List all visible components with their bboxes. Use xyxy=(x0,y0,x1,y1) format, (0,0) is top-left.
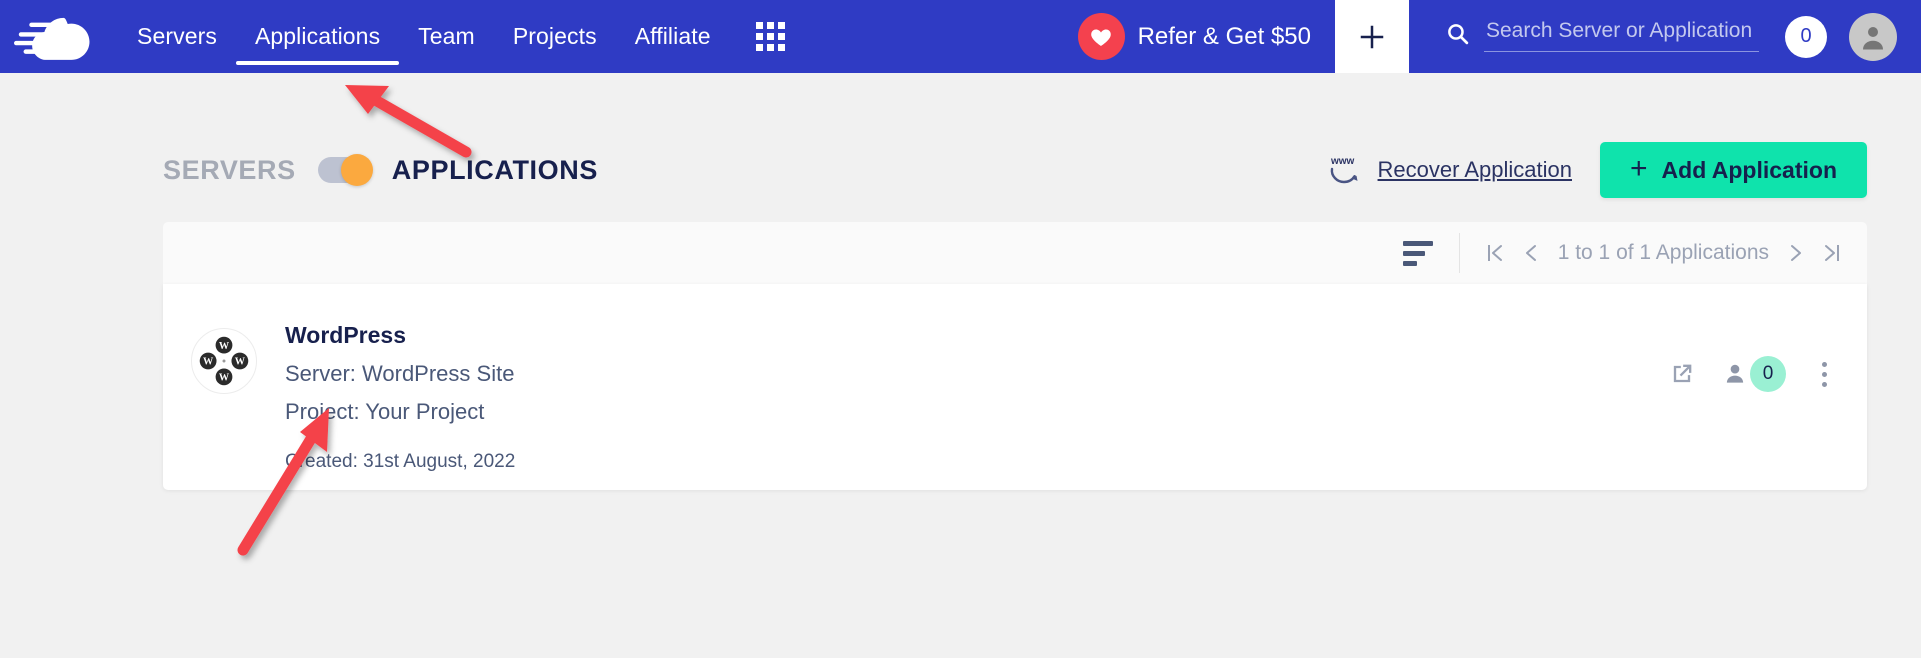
application-row-actions: 0 xyxy=(1668,356,1837,392)
recover-application-label: Recover Application xyxy=(1377,157,1572,182)
next-page-icon[interactable] xyxy=(1787,242,1805,264)
svg-text:W: W xyxy=(235,357,246,368)
nav-link-affiliate[interactable]: Affiliate xyxy=(616,0,730,73)
list-toolbar: 1 to 1 of 1 Applications xyxy=(163,222,1867,284)
last-page-icon[interactable] xyxy=(1823,242,1841,264)
application-card[interactable]: W W W W WordPress Server: WordPress Site… xyxy=(163,284,1867,490)
nav-link-applications[interactable]: Applications xyxy=(235,0,400,73)
user-avatar-icon xyxy=(1863,26,1883,49)
nav-link-servers-label: Servers xyxy=(137,23,217,49)
page-header: SERVERS APPLICATIONS www Recover Applica… xyxy=(163,140,1867,200)
nav-link-projects[interactable]: Projects xyxy=(494,0,616,73)
application-users-button[interactable]: 0 xyxy=(1722,356,1786,392)
add-application-label: Add Application xyxy=(1661,156,1837,183)
search-input[interactable] xyxy=(1484,15,1759,52)
apps-grid-icon[interactable] xyxy=(755,22,785,51)
recover-application-link[interactable]: www Recover Application xyxy=(1326,153,1572,187)
segment-label-servers[interactable]: SERVERS xyxy=(163,155,296,186)
plus-icon xyxy=(1360,25,1384,48)
wordpress-multisite-icon: W W W W xyxy=(191,328,257,394)
notification-count-value: 0 xyxy=(1800,25,1812,47)
toggle-knob xyxy=(340,154,373,186)
servers-applications-switch[interactable]: SERVERS APPLICATIONS xyxy=(163,154,598,186)
segment-label-applications[interactable]: APPLICATIONS xyxy=(392,155,598,186)
svg-text:W: W xyxy=(203,357,214,368)
servers-applications-toggle[interactable] xyxy=(317,154,373,186)
nav-link-team[interactable]: Team xyxy=(399,0,494,73)
nav-links: Servers Applications Team Projects Affil… xyxy=(118,0,785,73)
user-icon xyxy=(1726,364,1744,383)
pagination-range-label: 1 to 1 of 1 Applications xyxy=(1557,241,1769,264)
refer-label: Refer & Get $50 xyxy=(1137,22,1311,50)
sort-filter-icon[interactable] xyxy=(1381,240,1455,266)
top-navbar: Servers Applications Team Projects Affil… xyxy=(0,0,1921,73)
quick-add-button[interactable] xyxy=(1335,0,1409,73)
nav-link-applications-label: Applications xyxy=(254,23,381,49)
nav-link-servers[interactable]: Servers xyxy=(118,0,236,73)
cloudways-logo[interactable] xyxy=(0,0,110,73)
application-users-count: 0 xyxy=(1750,356,1786,392)
refer-and-get-button[interactable]: Refer & Get $50 xyxy=(1077,13,1335,60)
svg-text:W: W xyxy=(219,373,230,384)
pagination: 1 to 1 of 1 Applications xyxy=(1458,233,1867,273)
svg-text:www: www xyxy=(1330,156,1355,167)
nav-link-projects-label: Projects xyxy=(512,23,597,49)
heart-icon xyxy=(1077,13,1125,60)
add-application-button[interactable]: + Add Application xyxy=(1600,142,1867,198)
www-recover-icon: www xyxy=(1330,156,1358,184)
svg-text:W: W xyxy=(219,341,230,352)
application-project-label: Project: Your Project xyxy=(285,399,485,424)
avatar[interactable] xyxy=(1849,12,1897,61)
application-created-label: Created: 31st August, 2022 xyxy=(285,451,516,472)
plus-icon: + xyxy=(1630,151,1648,185)
previous-page-icon[interactable] xyxy=(1522,242,1540,264)
application-info: WordPress Server: WordPress Site Project… xyxy=(285,322,515,473)
nav-link-team-label: Team xyxy=(418,23,475,49)
application-title: WordPress xyxy=(285,322,407,348)
notification-count-badge[interactable]: 0 xyxy=(1785,15,1827,58)
navbar-right: Refer & Get $50 0 xyxy=(1077,0,1921,73)
search-box[interactable] xyxy=(1445,15,1759,58)
page-header-actions: www Recover Application + Add Applicatio… xyxy=(1326,142,1867,198)
external-link-icon[interactable] xyxy=(1668,360,1696,388)
search-icon xyxy=(1448,24,1469,45)
nav-link-affiliate-label: Affiliate xyxy=(634,23,711,49)
application-server-label: Server: WordPress Site xyxy=(285,361,515,386)
kebab-menu-icon[interactable] xyxy=(1812,358,1837,391)
first-page-icon[interactable] xyxy=(1486,242,1504,264)
